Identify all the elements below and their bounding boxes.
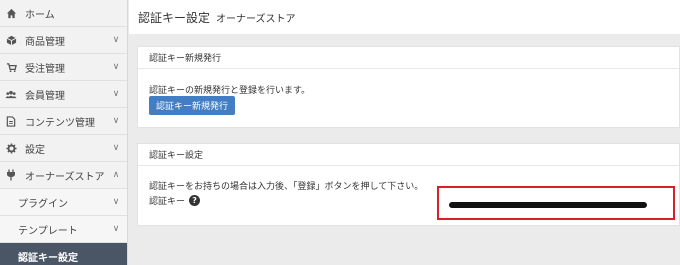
auth-key-input[interactable] [437, 186, 675, 220]
chevron-down-icon: ∨ [112, 35, 120, 45]
chevron-down-icon: ∨ [112, 224, 120, 234]
sidebar-item-label: ホーム [25, 9, 55, 21]
sidebar-item-orders[interactable]: 受注管理 ∨ [0, 54, 127, 81]
sidebar-subitem-plugins[interactable]: プラグイン ∨ [0, 189, 127, 216]
users-icon [5, 88, 17, 100]
cube-icon [5, 34, 17, 46]
sidebar-item-home[interactable]: ホーム [0, 0, 127, 27]
file-icon [5, 115, 17, 127]
chevron-down-icon: ∨ [112, 116, 120, 126]
sidebar-item-label: コンテンツ管理 [25, 117, 95, 129]
sidebar-item-owners-store[interactable]: オーナーズストア ∧ [0, 162, 127, 189]
sidebar-item-label: 会員管理 [25, 90, 65, 102]
issue-new-key-button[interactable]: 認証キー新規発行 [149, 96, 236, 115]
chevron-down-icon: ∨ [112, 143, 120, 153]
page-title: 認証キー設定 [138, 10, 211, 25]
card-header: 認証キー新規発行 [138, 47, 679, 69]
sidebar-subitem-templates[interactable]: テンプレート ∨ [0, 216, 127, 243]
gear-icon [5, 142, 17, 154]
chevron-up-icon: ∧ [112, 170, 120, 180]
sidebar-subitem-auth-key[interactable]: 認証キー設定 [0, 243, 127, 265]
help-icon[interactable]: ? [189, 195, 201, 206]
sidebar-subitem-label: プラグイン [18, 198, 68, 210]
redacted-value [449, 202, 647, 208]
auth-key-label-text: 認証キー [149, 197, 186, 207]
sidebar-item-label: オーナーズストア [25, 171, 105, 183]
chevron-down-icon: ∨ [112, 89, 120, 99]
new-key-card: 認証キー新規発行 認証キーの新規発行と登録を行います。 認証キー新規発行 [137, 46, 680, 128]
card-description: 認証キーをお持ちの場合は入力後、「登録」ボタンを押して下さい。 [149, 182, 424, 192]
chevron-down-icon: ∨ [112, 62, 120, 72]
plug-icon [5, 169, 17, 181]
cart-icon [5, 61, 17, 73]
sidebar-item-label: 設定 [25, 144, 45, 156]
sidebar-item-label: 商品管理 [25, 36, 65, 48]
main-content: 認証キー設定 オーナーズストア 認証キー新規発行 認証キーの新規発行と登録を行い… [129, 0, 680, 265]
sidebar-subitem-label: 認証キー設定 [18, 252, 78, 264]
sidebar-item-settings[interactable]: 設定 ∨ [0, 135, 127, 162]
page-header: 認証キー設定 オーナーズストア [129, 0, 680, 34]
sidebar: ホーム 商品管理 ∨ 受注管理 ∨ 会員管理 ∨ コンテンツ管理 ∨ 設定 ∨ [0, 0, 128, 265]
card-header: 認証キー設定 [138, 144, 679, 166]
key-setting-card: 認証キー設定 認証キーをお持ちの場合は入力後、「登録」ボタンを押して下さい。 認… [137, 143, 680, 226]
sidebar-item-label: 受注管理 [25, 63, 65, 75]
sidebar-subitem-label: テンプレート [18, 225, 78, 237]
chevron-down-icon: ∨ [112, 197, 120, 207]
page-subtitle: オーナーズストア [216, 13, 296, 25]
auth-key-label: 認証キー ? [149, 194, 201, 207]
sidebar-item-products[interactable]: 商品管理 ∨ [0, 27, 127, 54]
home-icon [5, 7, 17, 19]
sidebar-item-content[interactable]: コンテンツ管理 ∨ [0, 108, 127, 135]
card-description: 認証キーの新規発行と登録を行います。 [149, 86, 311, 96]
sidebar-item-members[interactable]: 会員管理 ∨ [0, 81, 127, 108]
